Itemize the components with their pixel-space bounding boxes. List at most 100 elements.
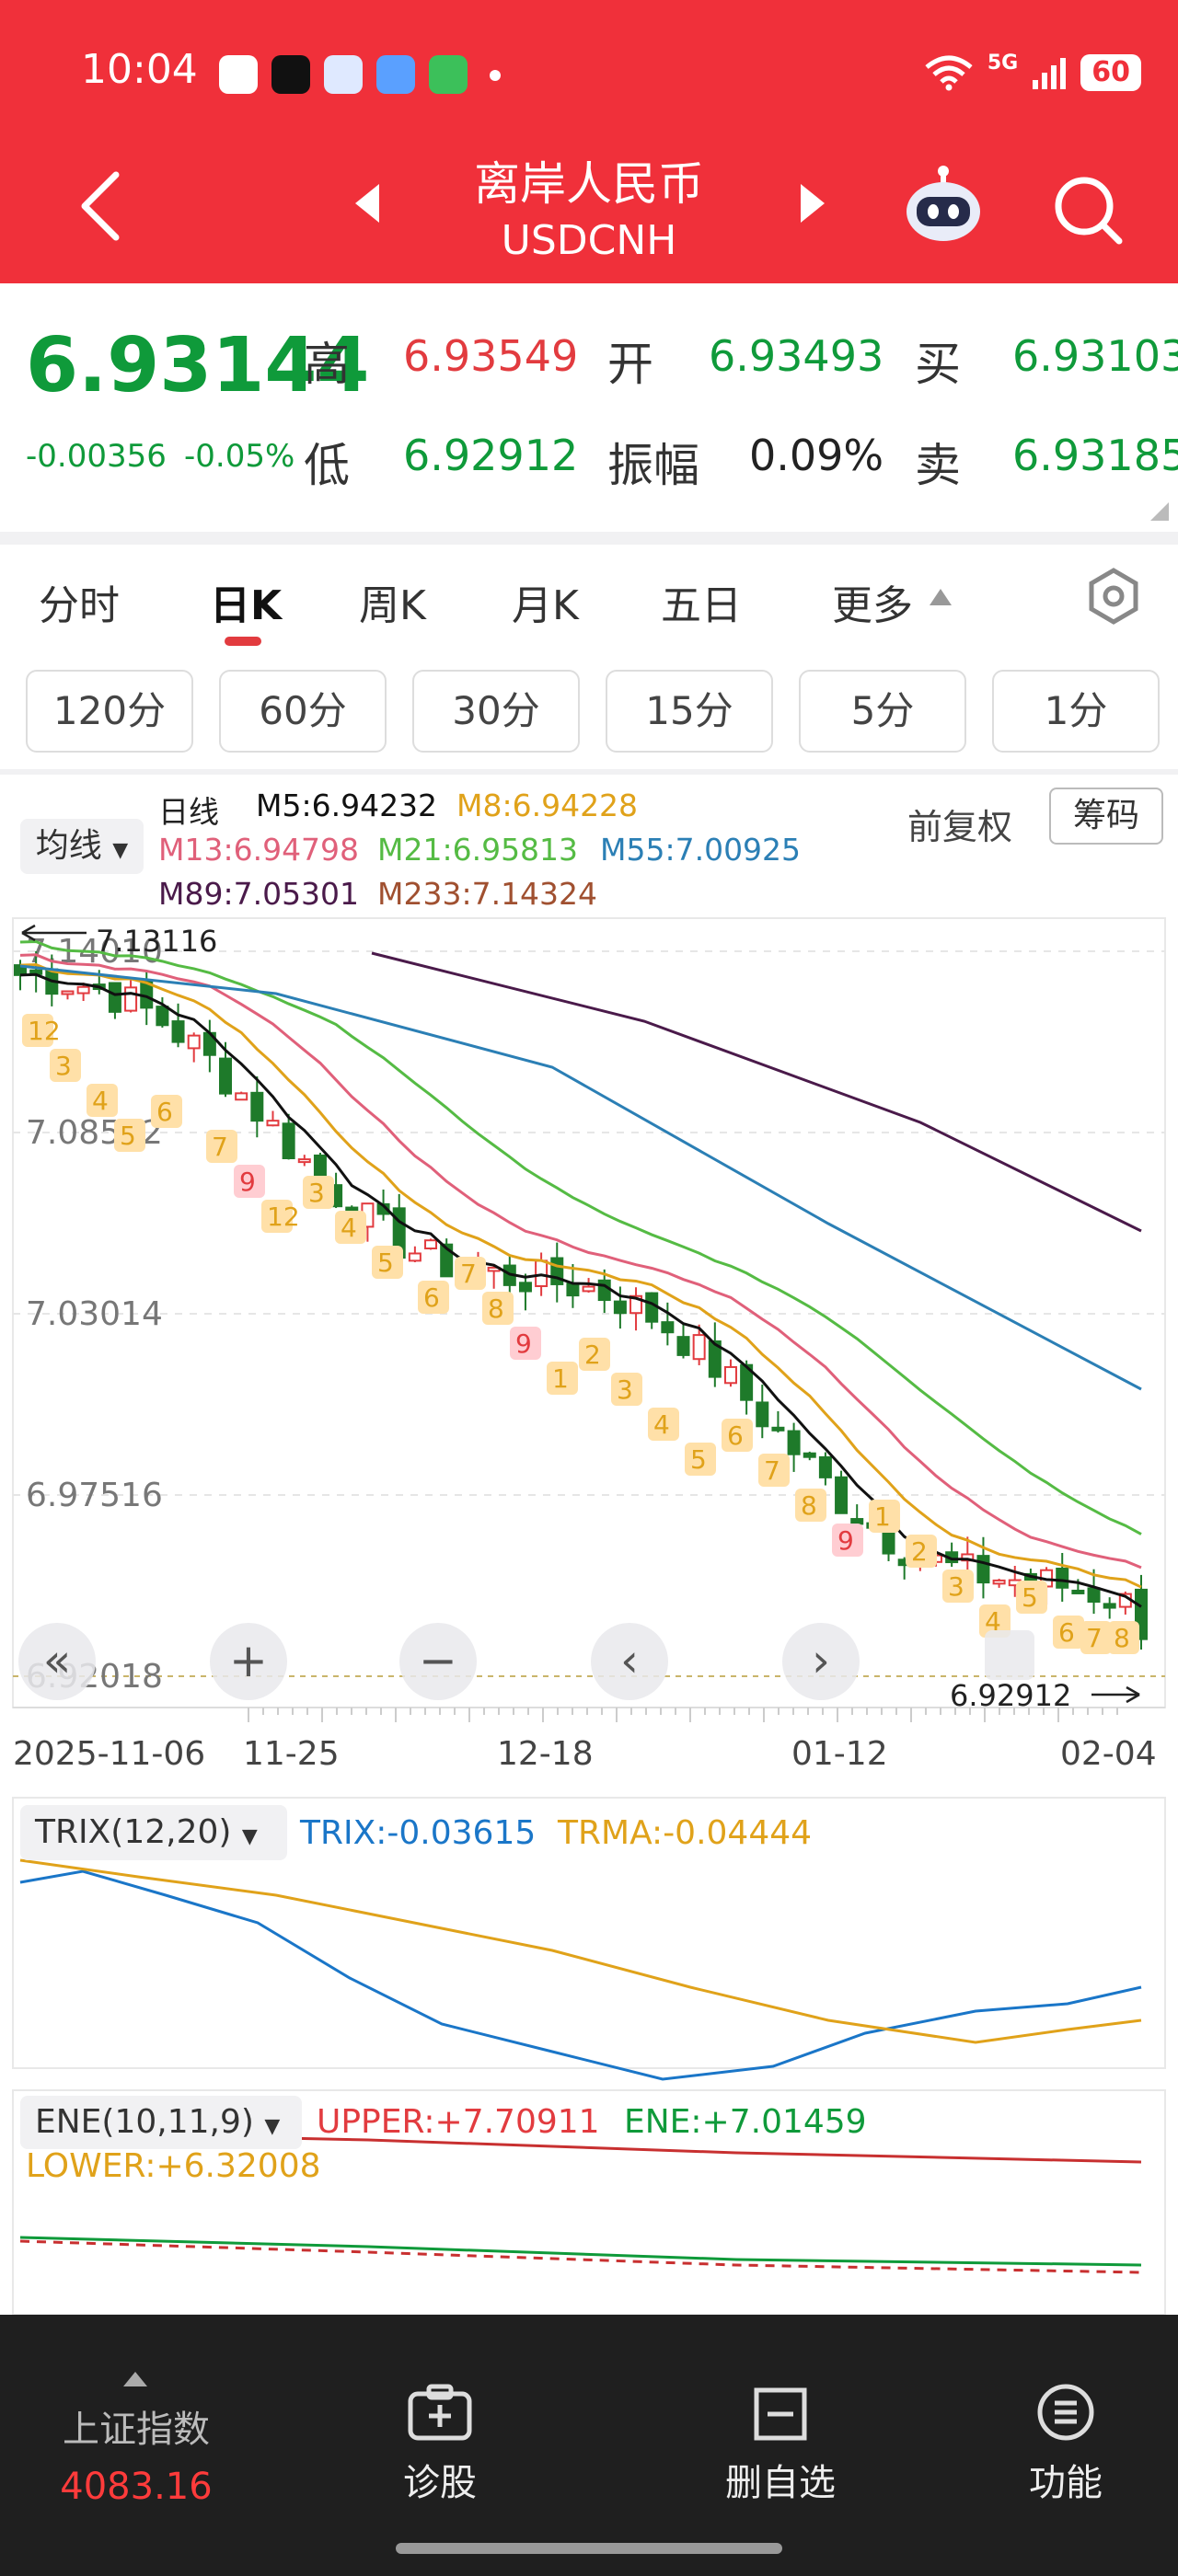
diagnose-stock-icon[interactable] — [407, 2383, 473, 2444]
candle-up — [535, 1259, 549, 1287]
trma-value: TRMA:-0.04444 — [558, 1814, 813, 1852]
candle-down — [835, 1476, 849, 1514]
candle-up — [582, 1285, 595, 1293]
scroll-right-icon[interactable]: › — [812, 1634, 830, 1687]
sequence-label: 2 — [584, 1340, 601, 1370]
sequence-label: 6 — [1058, 1617, 1075, 1648]
candle-up — [266, 1120, 280, 1127]
ma21-line — [19, 939, 1142, 1535]
caret-up-icon — [123, 2372, 147, 2386]
sequence-label: 6 — [423, 1282, 440, 1313]
sequence-label: 1 — [874, 1501, 891, 1532]
remove-watchlist-icon[interactable] — [753, 2386, 808, 2442]
sequence-label: 9 — [837, 1525, 854, 1556]
sequence-label: 3 — [948, 1571, 964, 1602]
sequence-label: 9 — [239, 1167, 256, 1197]
sequence-label: 5 — [690, 1444, 707, 1475]
candle-down — [313, 1154, 327, 1180]
candle-down — [676, 1336, 690, 1356]
candle-down — [171, 1020, 185, 1043]
trma-line — [19, 1858, 1142, 2044]
max-price-marker: 7.13116 — [96, 924, 217, 959]
candlestick-chart[interactable]: 7.140107.085127.030146.975166.9201812345… — [0, 0, 1178, 2315]
fullscreen-icon[interactable] — [985, 1630, 1034, 1680]
candle-down — [756, 1401, 769, 1428]
index-name[interactable]: 上证指数 — [37, 2399, 236, 2453]
sequence-label: 4 — [653, 1409, 670, 1440]
candle-up — [692, 1334, 706, 1361]
candle-up — [424, 1239, 438, 1250]
trix-selector-label: TRIX(12,20) — [35, 1813, 232, 1851]
candle-down — [1056, 1567, 1069, 1589]
candle-down — [282, 1122, 295, 1160]
diagnose-label[interactable]: 诊股 — [350, 2453, 530, 2506]
ene-lower-value: LOWER:+6.32008 — [26, 2147, 321, 2185]
candle-down — [613, 1300, 627, 1315]
sequence-label: 3 — [55, 1051, 72, 1081]
trix-selector[interactable]: TRIX(12,20) ▼ — [20, 1805, 287, 1860]
x-tick-4: 01-12 — [791, 1735, 888, 1773]
candle-down — [1071, 1589, 1085, 1594]
sequence-label: 4 — [92, 1086, 109, 1116]
remove-watchlist-label[interactable]: 删自选 — [690, 2453, 871, 2506]
sequence-label: 3 — [617, 1374, 633, 1405]
zoom-out-icon[interactable]: − — [419, 1634, 457, 1687]
bottom-toolbar: 上证指数 4083.16 诊股 删自选 功能 — [0, 2315, 1178, 2576]
sequence-label: 8 — [1114, 1623, 1130, 1653]
x-tick-2: 11-25 — [243, 1735, 340, 1773]
sequence-label: 7 — [764, 1455, 780, 1486]
candle-up — [76, 985, 90, 995]
candle-down — [156, 1006, 169, 1027]
menu-icon[interactable] — [1036, 2383, 1095, 2442]
sequence-label: 2 — [911, 1536, 928, 1567]
sequence-label: 7 — [212, 1132, 228, 1162]
home-indicator — [396, 2543, 782, 2554]
scroll-left-icon[interactable]: ‹ — [620, 1634, 639, 1687]
candle-down — [645, 1292, 659, 1323]
sequence-label: 5 — [120, 1121, 136, 1151]
sequence-label: 8 — [801, 1490, 817, 1521]
candle-down — [566, 1282, 580, 1297]
candle-down — [108, 982, 121, 1013]
ma5-line — [19, 972, 1142, 1608]
candle-down — [850, 1518, 864, 1525]
candle-up — [61, 990, 75, 995]
dropdown-arrow-icon: ▼ — [264, 2115, 281, 2138]
sequence-label: 12 — [267, 1202, 300, 1232]
ma89-line — [371, 951, 1142, 1233]
ma8-line — [19, 963, 1142, 1589]
x-tick-5: 02-04 — [1060, 1735, 1157, 1773]
ma55-line — [19, 964, 1142, 1391]
ene-selector[interactable]: ENE(10,11,9) ▼ — [20, 2096, 302, 2149]
sequence-label: 1 — [552, 1363, 569, 1394]
ene-selector-label: ENE(10,11,9) — [35, 2103, 254, 2141]
double-left-icon[interactable]: « — [43, 1634, 72, 1687]
sequence-label: 6 — [156, 1097, 173, 1127]
ene-upper-value: UPPER:+7.70911 — [317, 2103, 600, 2141]
y-tick-label: 6.97516 — [26, 1477, 163, 1514]
candle-up — [187, 1034, 201, 1050]
sequence-label: 7 — [1086, 1623, 1103, 1653]
trix-value: TRIX:-0.03615 — [300, 1814, 537, 1852]
x-tick-start: 2025-11-06 — [13, 1735, 206, 1773]
sequence-label: 8 — [488, 1294, 504, 1324]
sequence-label: 5 — [1022, 1582, 1038, 1613]
candle-down — [518, 1282, 532, 1293]
sequence-label: 9 — [515, 1328, 532, 1359]
x-tick-3: 12-18 — [497, 1735, 594, 1773]
candle-down — [818, 1455, 832, 1478]
ene-value: ENE:+7.01459 — [624, 2103, 867, 2141]
candle-down — [250, 1091, 264, 1122]
trix-line — [19, 1869, 1142, 2081]
candle-down — [1087, 1587, 1101, 1604]
candle-up — [992, 1579, 1006, 1585]
ene-line — [19, 2236, 1142, 2267]
candle-down — [976, 1555, 990, 1584]
sequence-label: 7 — [460, 1259, 477, 1289]
ene-price-line — [19, 2239, 1142, 2274]
candle-up — [235, 1092, 248, 1101]
candle-down — [882, 1528, 895, 1555]
candle-up — [297, 1158, 311, 1164]
zoom-in-icon[interactable]: + — [229, 1634, 268, 1687]
function-label[interactable]: 功能 — [976, 2453, 1156, 2506]
